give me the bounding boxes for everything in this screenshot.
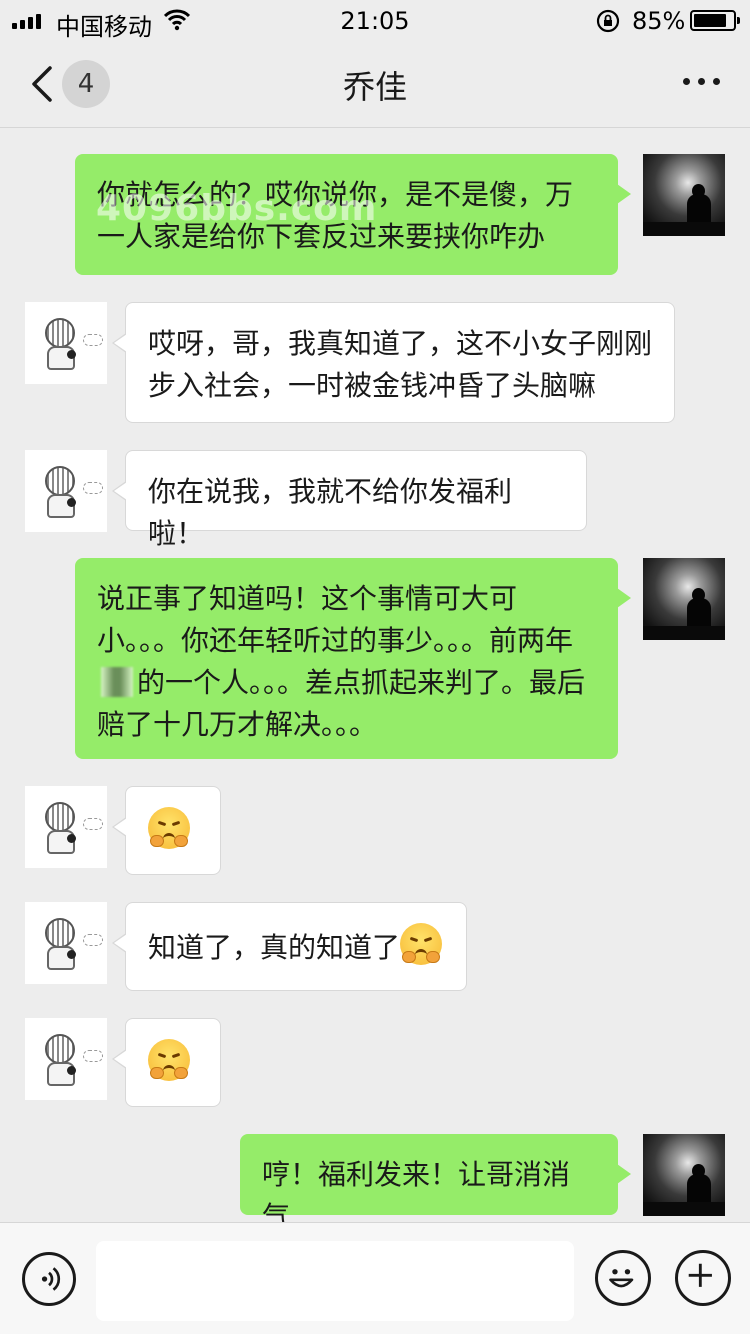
contact-avatar[interactable] (25, 1018, 107, 1100)
battery-icon (690, 10, 740, 31)
message-bubble-received[interactable]: 知道了，真的知道了 (112, 902, 467, 991)
message-text: 哎呀，哥，我真知道了，这不小女子刚刚步入社会，一时被金钱冲昏了头脑嘛 (148, 327, 653, 402)
message-bubble-sent[interactable]: 说正事了知道吗！这个事情可大可小。。。你还年轻听过的事少。。。前两年的一个人。。… (75, 558, 631, 759)
contact-avatar[interactable] (25, 902, 107, 984)
contact-avatar[interactable] (25, 450, 107, 532)
message-bubble-sent[interactable]: 你就怎么的？哎你说你，是不是傻，万一人家是给你下套反过来要挟你咋办 (75, 154, 631, 275)
message-text: 知道了，真的知道了 (148, 931, 401, 964)
message-text: 说正事了知道吗！这个事情可大可小。。。你还年轻听过的事少。。。前两年 (97, 582, 574, 657)
battery-percent: 85% (632, 7, 686, 35)
chat-header: 4 乔佳 (0, 42, 750, 128)
voice-icon[interactable] (22, 1252, 76, 1306)
contact-avatar[interactable] (25, 786, 107, 868)
redacted-block (101, 667, 133, 697)
message-bubble-received[interactable] (112, 786, 221, 875)
more-dots-icon[interactable] (683, 78, 720, 85)
contact-avatar[interactable] (25, 302, 107, 384)
message-bubble-received[interactable]: 你在说我，我就不给你发福利啦！ (112, 450, 587, 550)
message-input[interactable] (96, 1241, 574, 1321)
message-bubble-received[interactable] (112, 1018, 221, 1107)
chat-title: 乔佳 (342, 68, 407, 106)
message-text: 你就怎么的？哎你说你，是不是傻，万一人家是给你下套反过来要挟你咋办 (97, 178, 574, 253)
message-text: 的一个人。。。差点抓起来判了。最后赔了十几万才解决。。。 (97, 666, 586, 741)
my-avatar[interactable] (643, 154, 725, 236)
input-bar (0, 1222, 750, 1334)
message-text: 你在说我，我就不给你发福利啦！ (148, 475, 513, 550)
my-avatar[interactable] (643, 558, 725, 640)
message-bubble-sent[interactable]: 哼！福利发来！让哥消消气 (240, 1134, 631, 1233)
message-bubble-received[interactable]: 哎呀，哥，我真知道了，这不小女子刚刚步入社会，一时被金钱冲昏了头脑嘛 (112, 302, 675, 423)
pleading-face-emoji (148, 807, 190, 849)
my-avatar[interactable] (643, 1134, 725, 1216)
pleading-face-emoji (400, 923, 443, 965)
pleading-face-emoji (148, 1039, 190, 1081)
plus-icon[interactable] (675, 1250, 731, 1306)
battery-fill (694, 14, 727, 27)
rotation-lock-icon (596, 9, 620, 33)
smiley-icon[interactable] (595, 1250, 651, 1306)
status-bar: 中国移动 21:05 85% (0, 0, 750, 42)
